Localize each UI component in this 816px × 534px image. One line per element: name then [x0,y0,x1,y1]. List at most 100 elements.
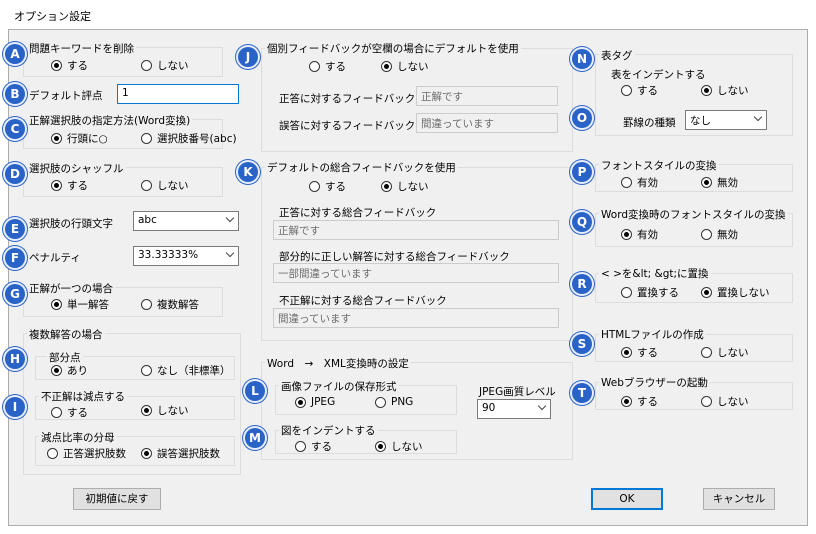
badge-b: B [5,84,25,104]
delete-keyword-yes-radio[interactable]: する [51,58,88,73]
image-format-png-radio[interactable]: PNG [375,396,413,408]
badge-m: M [245,428,265,448]
single-answer-opt2-radio[interactable]: 複数解答 [141,297,199,312]
font-style-title: フォントスタイルの変換 [599,158,719,173]
reset-button[interactable]: 初期値に戻す [73,488,161,510]
individual-fb-yes-radio[interactable]: する [309,59,346,74]
overall-partial-label: 部分的に正しい解答に対する総合フィードバック [279,251,510,263]
badge-k: K [238,162,258,182]
image-format-jpeg-radio[interactable]: JPEG [295,396,335,408]
ok-button[interactable]: OK [591,488,663,510]
deduct-no-radio[interactable]: しない [141,403,189,418]
browser-yes-radio[interactable]: する [621,394,658,409]
badge-i: I [5,397,25,417]
delete-keyword-title: 問題キーワードを削除 [27,41,136,56]
replace-opt1-radio[interactable]: 置換する [621,285,679,300]
badge-p: P [572,162,592,182]
cancel-button[interactable]: キャンセル [703,488,775,510]
word-xml-title: Word → XML変換時の設定 [265,356,411,371]
individual-correct-input[interactable]: 正解です [416,86,558,106]
choice-method-opt2-radio[interactable]: 選択肢番号(abc) [141,131,237,146]
browser-title: Webブラウザーの起動 [599,375,710,390]
individual-fb-no-radio[interactable]: しない [381,59,429,74]
replace-title: < >を&lt; &gt;に置換 [599,266,711,281]
denominator-title: 減点比率の分母 [39,430,117,445]
title-bar: オプション設定 [0,0,816,28]
badge-r: R [572,274,592,294]
indent-figure-yes-radio[interactable]: する [295,439,332,454]
border-type-select[interactable]: なし [685,110,767,130]
individual-wrong-input[interactable]: 間違っています [416,113,558,133]
partial-opt1-radio[interactable]: あり [51,363,88,378]
html-file-yes-radio[interactable]: する [621,345,658,360]
overall-correct-input[interactable]: 正解です [273,220,559,240]
deduct-yes-radio[interactable]: する [51,405,88,420]
font-style-opt2-radio[interactable]: 無効 [701,175,738,190]
chevron-down-icon [225,213,235,223]
delete-keyword-no-radio[interactable]: しない [141,58,189,73]
indent-figure-no-radio[interactable]: しない [375,439,423,454]
shuffle-no-radio[interactable]: しない [141,178,189,193]
dialog-body: 問題キーワードを削除 する しない デフォルト評点 1 正解選択肢の指定方法(W… [5,29,808,526]
table-tag-title: 表タグ [599,48,635,63]
badge-j: J [238,47,258,67]
overall-wrong-input[interactable]: 間違っています [273,308,559,328]
indent-table-title: 表をインデントする [611,69,706,81]
indent-table-no-radio[interactable]: しない [701,83,749,98]
jpeg-quality-label: JPEG画質レベル [479,386,556,398]
overall-fb-yes-radio[interactable]: する [309,179,346,194]
single-answer-title: 正解が一つの場合 [27,281,115,296]
denominator-opt1-radio[interactable]: 正答選択肢数 [47,446,126,461]
badge-g: G [5,284,25,304]
badge-l: L [245,381,265,401]
partial-opt2-radio[interactable]: なし（非標準） [141,363,231,378]
badge-o: O [572,108,592,128]
replace-opt2-radio[interactable]: 置換しない [701,285,770,300]
html-file-title: HTMLファイルの作成 [599,327,706,342]
choice-method-title: 正解選択肢の指定方法(Word変換) [27,113,193,128]
radio-dot [51,60,62,71]
image-format-title: 画像ファイルの保存形式 [279,379,399,394]
border-type-label: 罫線の種類 [623,117,676,129]
word-font-opt1-radio[interactable]: 有効 [621,227,658,242]
badge-q: Q [572,212,592,232]
overall-correct-label: 正答に対する総合フィードバック [279,207,437,219]
individual-fb-title: 個別フィードバックが空欄の場合にデフォルトを使用 [265,41,521,56]
badge-a: A [5,44,25,64]
indent-table-yes-radio[interactable]: する [621,83,658,98]
indent-figure-title: 図をインデントする [279,423,378,438]
badge-d: D [5,164,25,184]
word-font-opt2-radio[interactable]: 無効 [701,227,738,242]
denominator-opt2-radio[interactable]: 誤答選択肢数 [141,446,220,461]
window-title: オプション設定 [14,10,91,23]
overall-fb-no-radio[interactable]: しない [381,179,429,194]
shuffle-yes-radio[interactable]: する [51,178,88,193]
default-score-input[interactable]: 1 [117,84,239,104]
radio-dot [141,60,152,71]
browser-no-radio[interactable]: しない [701,394,749,409]
chevron-down-icon [753,112,763,122]
badge-h: H [5,349,25,369]
single-answer-opt1-radio[interactable]: 単一解答 [51,297,109,312]
word-font-title: Word変換時のフォントスタイルの変換 [599,207,788,222]
overall-wrong-label: 不正解に対する総合フィードバック [279,295,447,307]
jpeg-quality-select[interactable]: 90 [477,399,551,419]
shuffle-title: 選択肢のシャッフル [27,161,126,176]
individual-correct-label: 正答に対するフィードバック [279,93,416,105]
chevron-down-icon [537,401,547,411]
individual-wrong-label: 誤答に対するフィードバック [279,120,416,132]
font-style-opt1-radio[interactable]: 有効 [621,175,658,190]
overall-fb-title: デフォルトの総合フィードバックを使用 [265,160,458,175]
multi-answer-title: 複数解答の場合 [27,327,105,342]
chevron-down-icon [225,248,235,258]
badge-n: N [572,49,592,69]
penalty-select[interactable]: 33.33333% [133,246,239,266]
overall-partial-input[interactable]: 一部間違っています [273,263,559,283]
badge-c: C [5,119,25,139]
penalty-label: ペナルティ [29,252,81,264]
line-head-select[interactable]: abc [133,211,239,231]
html-file-no-radio[interactable]: しない [701,345,749,360]
choice-method-opt1-radio[interactable]: 行頭に○ [51,131,108,146]
badge-t: T [572,383,592,403]
deduct-title: 不正解は減点する [39,389,127,404]
